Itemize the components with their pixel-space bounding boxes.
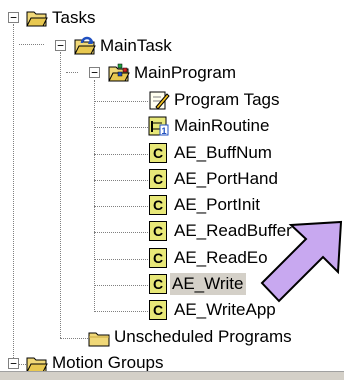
project-tree: − Tasks − MainTask − MainProgram Program… xyxy=(0,0,344,380)
callout-arrow xyxy=(260,220,343,303)
